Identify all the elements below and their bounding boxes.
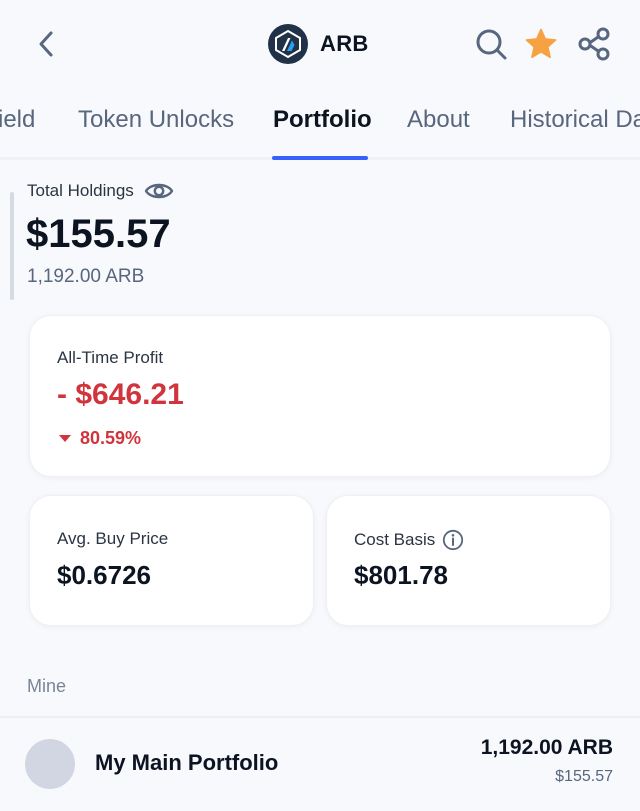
- avg-buy-price-card: Avg. Buy Price $0.6726: [29, 495, 314, 626]
- tab-about[interactable]: About: [407, 106, 470, 134]
- tab-portfolio[interactable]: Portfolio: [273, 106, 372, 134]
- cost-basis-label: Cost Basis: [354, 529, 464, 551]
- all-time-profit-value: - $646.21: [57, 378, 184, 411]
- tab-historical-data[interactable]: Historical Da: [510, 106, 640, 134]
- portfolio-avatar: [25, 739, 75, 789]
- star-icon: [525, 28, 557, 59]
- tab-yield[interactable]: ield: [0, 106, 35, 134]
- total-holdings-label: Total Holdings: [27, 180, 174, 202]
- share-icon: [578, 27, 610, 61]
- total-holdings-value: $155.57: [26, 212, 171, 256]
- all-time-profit-percent-text: 80.59%: [80, 428, 142, 448]
- arbitrum-logo-icon: [268, 24, 308, 64]
- portfolio-usd-value: $155.57: [555, 768, 613, 785]
- cost-basis-label-text: Cost Basis: [354, 530, 436, 549]
- active-tab-indicator: [272, 156, 368, 160]
- portfolio-name: My Main Portfolio: [95, 750, 279, 775]
- portfolio-list-item[interactable]: My Main Portfolio 1,192.00 ARB $155.57: [0, 718, 640, 811]
- total-holdings-label-text: Total Holdings: [27, 181, 134, 200]
- total-holdings-amount: 1,192.00 ARB: [27, 266, 145, 287]
- page-title: ARB: [320, 31, 369, 56]
- eye-icon[interactable]: [144, 180, 174, 202]
- tab-bar: ield Token Unlocks Portfolio About Histo…: [0, 96, 640, 160]
- mine-section-label: Mine: [27, 676, 67, 696]
- avg-buy-price-label: Avg. Buy Price: [57, 529, 169, 548]
- token-title-group: ARB: [268, 24, 369, 64]
- cost-basis-value: $801.78: [354, 560, 448, 590]
- chevron-left-icon: [39, 31, 53, 57]
- top-bar: ARB: [0, 0, 640, 88]
- portfolio-token-amount: 1,192.00 ARB: [480, 736, 613, 759]
- cost-basis-card: Cost Basis $801.78: [326, 495, 611, 626]
- avg-buy-price-value: $0.6726: [57, 560, 151, 590]
- search-button[interactable]: [472, 24, 510, 64]
- portfolio-screen: ARB ield Token Unlocks Portfolio About H…: [0, 0, 640, 811]
- all-time-profit-card: All-Time Profit - $646.21 80.59%: [29, 315, 611, 477]
- back-button[interactable]: [28, 24, 64, 64]
- share-button[interactable]: [574, 24, 614, 64]
- caret-down-icon: [59, 435, 71, 442]
- search-icon: [476, 29, 507, 60]
- scroll-indicator: [10, 192, 14, 300]
- info-icon[interactable]: [442, 529, 464, 551]
- all-time-profit-label: All-Time Profit: [57, 348, 164, 367]
- tab-token-unlocks[interactable]: Token Unlocks: [78, 106, 234, 134]
- watchlist-star-button[interactable]: [522, 24, 560, 64]
- all-time-profit-percent: 80.59%: [59, 428, 141, 449]
